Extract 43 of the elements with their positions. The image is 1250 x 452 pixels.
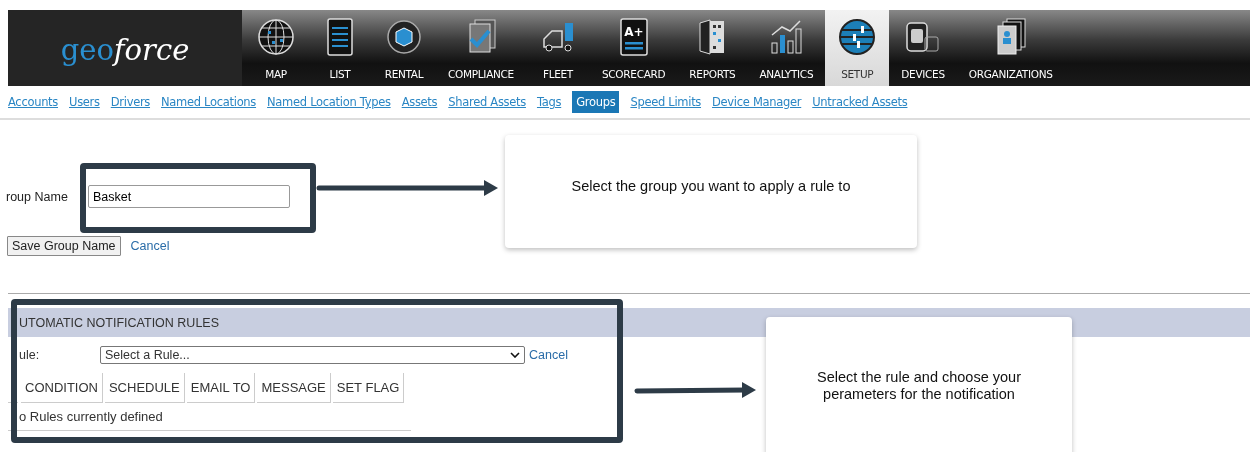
callout-text: Select the group you want to apply a rule to <box>571 178 851 195</box>
subnav-link[interactable]: Assets <box>401 95 438 109</box>
chevron-icon <box>510 352 520 358</box>
subnav-link[interactable]: Device Manager <box>712 95 802 109</box>
nav-tab[interactable]: RENTAL <box>372 10 436 86</box>
column-header: MESSAGE <box>257 373 331 403</box>
subnav-link[interactable]: Named Location Types <box>267 95 391 109</box>
column-header: SET FLAG <box>332 373 405 403</box>
subnav-link[interactable]: Drivers <box>110 95 151 109</box>
map-icon <box>256 16 296 58</box>
rule-dropdown[interactable]: Select a Rule... <box>100 346 525 364</box>
column-header: EMAIL TO <box>186 373 256 403</box>
subnav-link[interactable]: Named Locations <box>161 95 257 109</box>
subnav-link[interactable]: Users <box>69 95 100 109</box>
subnav-link[interactable]: Speed Limits <box>630 95 702 109</box>
nav-tab[interactable]: MAP <box>244 10 308 86</box>
group-name-field[interactable]: Basket <box>88 185 290 208</box>
field-label: roup Name <box>6 189 69 204</box>
nav-tab[interactable]: LIST <box>308 10 372 86</box>
section-title: UTOMATIC NOTIFICATION RULES <box>19 315 219 330</box>
column-header: SCHEDULE <box>104 373 185 403</box>
nav-tab[interactable]: ANALYTICS <box>747 10 826 86</box>
save-button[interactable]: Save Group Name <box>7 236 121 256</box>
nav-tab[interactable]: FLEET <box>525 10 590 86</box>
nav-tab[interactable]: ORGANIZATIONS <box>956 10 1065 86</box>
subnav-link[interactable]: Groups <box>572 91 620 113</box>
nav-tab[interactable]: A+ SCORECARD <box>589 10 678 86</box>
empty-message: o Rules currently defined <box>8 403 411 431</box>
subnav-link[interactable]: Shared Assets <box>448 95 526 109</box>
subnav-link[interactable]: Accounts <box>8 95 59 109</box>
subnav-link[interactable]: Untracked Assets <box>812 95 908 109</box>
field-label: ule: <box>19 348 40 362</box>
cancel-link[interactable]: Cancel <box>130 239 170 253</box>
nav-tab[interactable]: COMPLIANCE <box>436 10 526 86</box>
logo[interactable]: geoforce <box>8 10 242 86</box>
setup-icon <box>837 16 878 58</box>
nav-tab[interactable]: SETUP <box>825 10 890 86</box>
column-header: CONDITION <box>21 373 103 403</box>
nav-tab[interactable]: DEVICES <box>889 10 957 86</box>
cancel-link[interactable]: Cancel <box>529 348 568 362</box>
nav-tab[interactable]: REPORTS <box>677 10 748 86</box>
callout-text: Select the rule and choose your perameters for the notification <box>816 369 1022 404</box>
subnav-link[interactable]: Tags <box>536 95 562 109</box>
